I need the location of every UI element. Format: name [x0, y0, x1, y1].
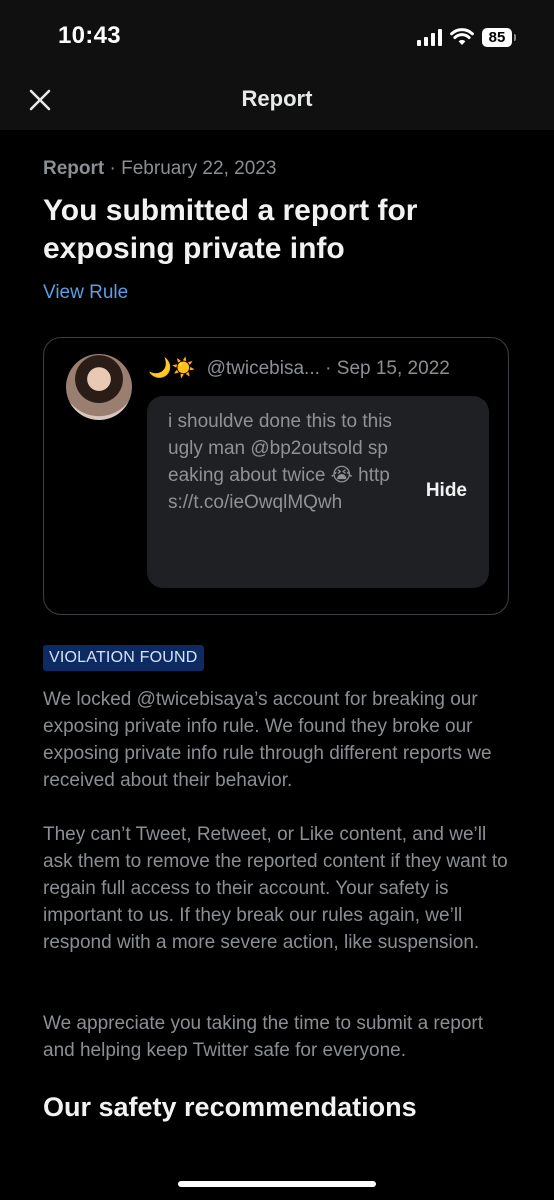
- hide-button[interactable]: Hide: [426, 480, 467, 502]
- consequence-paragraph: They can’t Tweet, Retweet, or Like conte…: [43, 824, 508, 953]
- battery-icon: 85: [482, 27, 516, 47]
- report-headline: You submitted a report for exposing priv…: [43, 194, 418, 265]
- tweet-body: i shouldve done this to this ugly man @b…: [147, 396, 489, 588]
- reported-tweet-card: 🌙☀️ @twicebisa... · Sep 15, 2022 i shoul…: [43, 337, 509, 615]
- status-bar: 10:43 85: [0, 0, 554, 70]
- battery-level: 85: [482, 27, 512, 47]
- thanks-paragraph: We appreciate you taking the time to sub…: [43, 1013, 484, 1061]
- violation-badge: VIOLATION FOUND: [43, 645, 204, 671]
- display-name-emojis: 🌙☀️: [148, 358, 196, 379]
- report-meta: Report · February 22, 2023: [43, 158, 513, 180]
- tweet-handle: @twicebisa...: [206, 358, 320, 379]
- meta-separator: ·: [109, 158, 116, 179]
- explanation-paragraph: We locked @twicebisaya’s account for bre…: [43, 689, 492, 791]
- safety-recommendations-heading: Our safety recommendations: [43, 1092, 417, 1122]
- cellular-signal-icon: [417, 28, 442, 46]
- tweet-date: Sep 15, 2022: [336, 358, 450, 379]
- tweet-separator: ·: [325, 358, 332, 379]
- home-indicator[interactable]: [178, 1181, 376, 1187]
- nav-bar: Report: [0, 70, 554, 130]
- tweet-header: 🌙☀️ @twicebisa... · Sep 15, 2022: [148, 356, 450, 380]
- view-rule-link[interactable]: View Rule: [43, 282, 513, 304]
- report-content: Report · February 22, 2023 You submitted…: [43, 130, 513, 1122]
- avatar[interactable]: [66, 354, 132, 420]
- report-date: February 22, 2023: [121, 158, 277, 179]
- tweet-text: i shouldve done this to this ugly man @b…: [168, 411, 392, 513]
- status-time: 10:43: [58, 22, 121, 49]
- status-icons: 85: [417, 26, 516, 48]
- wifi-icon: [450, 28, 474, 45]
- page-title: Report: [241, 86, 313, 111]
- report-type: Report: [43, 158, 105, 179]
